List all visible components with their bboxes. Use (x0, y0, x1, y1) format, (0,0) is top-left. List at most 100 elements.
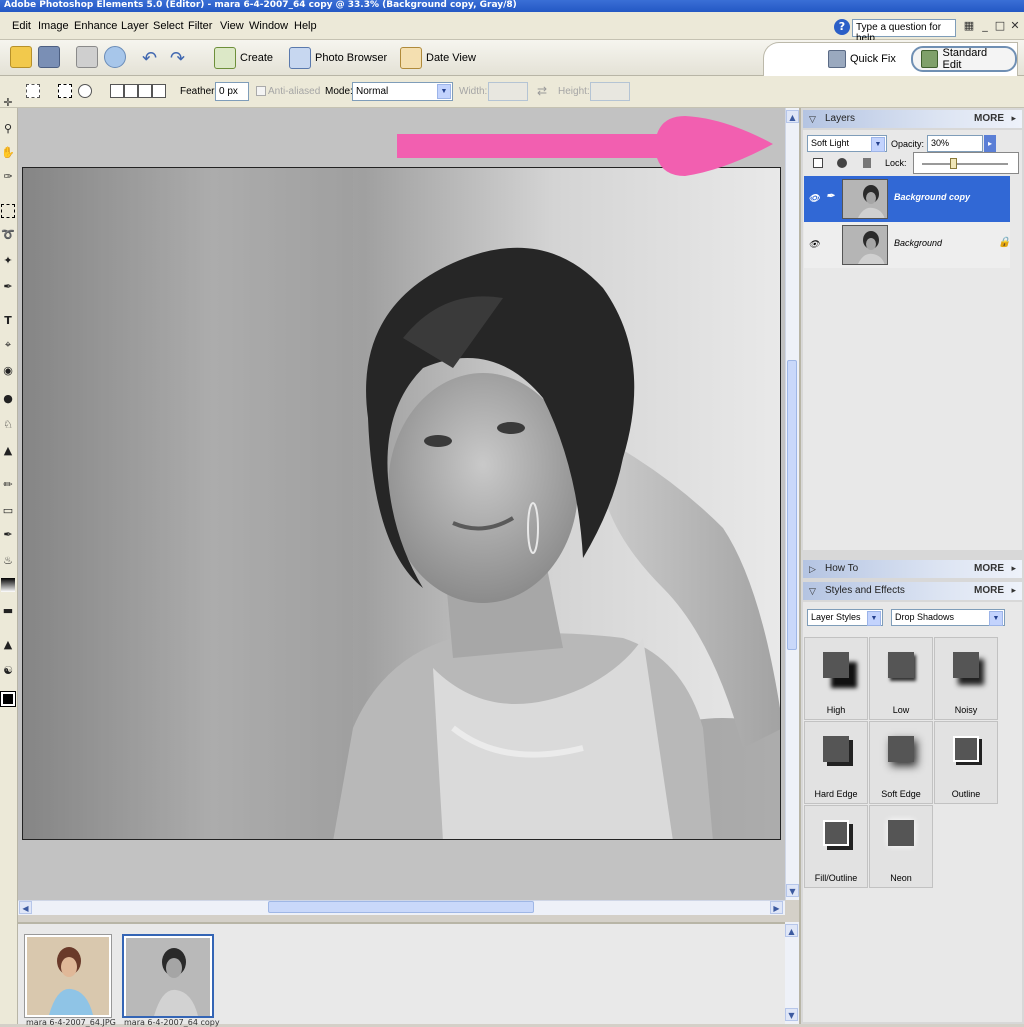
menu-filter[interactable]: Filter (188, 20, 212, 32)
more-arrow-icon[interactable]: ▸ (1011, 585, 1016, 596)
create-button[interactable]: Create (214, 46, 273, 70)
email-icon[interactable] (104, 46, 126, 68)
menu-window[interactable]: Window (249, 20, 288, 32)
intersect-selection-icon[interactable] (152, 84, 166, 98)
style-hard-edge[interactable]: Hard Edge (804, 721, 868, 804)
healing-brush-icon[interactable]: ● (1, 392, 15, 406)
anti-aliased-checkbox[interactable] (256, 86, 266, 96)
photo-browser-button[interactable]: Photo Browser (289, 46, 387, 70)
pencil-tool-icon[interactable]: ✏ (1, 478, 15, 492)
paint-bucket-icon[interactable]: ♨ (1, 554, 15, 568)
selection-brush-icon[interactable]: ✒ (1, 280, 15, 294)
style-subcategory-select[interactable]: Drop Shadows ▼ (891, 609, 1005, 626)
scroll-up-icon[interactable]: ▲ (785, 924, 798, 937)
styles-more-button[interactable]: MORE (974, 585, 1004, 596)
move-tool-icon[interactable]: ✛ (1, 96, 15, 110)
photo-bin-item[interactable] (24, 934, 112, 1018)
add-selection-icon[interactable] (124, 84, 138, 98)
new-layer-icon[interactable] (813, 158, 823, 168)
marquee-tool-icon[interactable] (26, 84, 40, 98)
open-folder-icon[interactable] (10, 46, 32, 68)
gradient-tool-icon[interactable] (1, 578, 15, 592)
shape-tool-icon[interactable]: ▬ (1, 604, 15, 618)
style-fill-outline[interactable]: Fill/Outline (804, 805, 868, 888)
blur-tool-icon[interactable]: ▲ (1, 638, 15, 652)
zoom-tool-icon[interactable]: ⚲ (1, 122, 15, 136)
horizontal-scroll-thumb[interactable] (268, 901, 534, 913)
scroll-down-icon[interactable]: ▼ (786, 884, 799, 897)
adjustment-layer-icon[interactable] (837, 158, 847, 168)
palette-icon[interactable]: ▦ (962, 19, 976, 33)
scroll-down-icon[interactable]: ▼ (785, 1008, 798, 1021)
document-image[interactable] (22, 167, 781, 840)
layer-row-selected[interactable]: 👁 ✒ Background copy (804, 176, 1010, 222)
opacity-input[interactable]: 30% (927, 135, 983, 152)
ellipse-marquee-icon[interactable] (78, 84, 92, 98)
marquee-tool-icon[interactable] (1, 204, 15, 218)
minimize-icon[interactable]: _ (978, 19, 992, 33)
crop-tool-icon[interactable]: ⌖ (1, 338, 15, 352)
more-arrow-icon[interactable]: ▸ (1011, 113, 1016, 124)
style-high[interactable]: High (804, 637, 868, 720)
foreground-color-icon[interactable] (0, 691, 16, 707)
swap-icon[interactable]: ⇄ (537, 84, 547, 98)
brush-tool-icon[interactable]: ✒ (1, 528, 15, 542)
scroll-up-icon[interactable]: ▲ (786, 110, 799, 123)
vertical-scroll-thumb[interactable] (787, 360, 797, 650)
menu-image[interactable]: Image (38, 20, 69, 32)
menu-help[interactable]: Help (294, 20, 317, 32)
styles-panel-header[interactable]: ▽ Styles and Effects MORE ▸ (803, 582, 1022, 600)
save-icon[interactable] (38, 46, 60, 68)
feather-input[interactable]: 0 px (215, 82, 249, 101)
red-eye-tool-icon[interactable]: ◉ (1, 364, 15, 378)
menu-view[interactable]: View (220, 20, 244, 32)
blend-mode-select[interactable]: Soft Light ▼ (807, 135, 887, 152)
style-outline[interactable]: Outline (934, 721, 998, 804)
more-arrow-icon[interactable]: ▸ (1011, 563, 1016, 574)
stamp-tool-icon[interactable]: ▲ (1, 444, 15, 458)
clone-stamp-icon[interactable]: ♘ (1, 418, 15, 432)
hand-tool-icon[interactable]: ✋ (1, 146, 15, 160)
undo-icon[interactable]: ↶ (142, 48, 157, 69)
width-input[interactable] (488, 82, 528, 101)
eyedropper-tool-icon[interactable]: ✑ (1, 170, 15, 184)
menu-select[interactable]: Select (153, 20, 184, 32)
visibility-eye-icon[interactable]: 👁 (808, 239, 820, 251)
visibility-eye-icon[interactable]: 👁 (808, 193, 820, 205)
howto-more-button[interactable]: MORE (974, 563, 1004, 574)
help-icon[interactable]: ? (834, 19, 850, 35)
quick-fix-tab[interactable]: Quick Fix (828, 46, 896, 72)
collapse-triangle-icon[interactable]: ▽ (809, 586, 816, 597)
sponge-tool-icon[interactable]: ☯ (1, 664, 15, 678)
photo-bin-scrollbar[interactable]: ▲ ▼ (785, 922, 799, 1024)
redo-icon[interactable]: ↷ (170, 48, 185, 69)
style-neon[interactable]: Neon (869, 805, 933, 888)
rect-marquee-icon[interactable] (58, 84, 72, 98)
date-view-button[interactable]: Date View (400, 46, 476, 70)
close-icon[interactable]: ✕ (1008, 19, 1022, 33)
style-low[interactable]: Low (869, 637, 933, 720)
scroll-left-icon[interactable]: ◀ (19, 901, 32, 914)
subtract-selection-icon[interactable] (138, 84, 152, 98)
opacity-slider-toggle-icon[interactable]: ▸ (984, 135, 996, 152)
eraser-tool-icon[interactable]: ▭ (1, 504, 15, 518)
style-soft-edge[interactable]: Soft Edge (869, 721, 933, 804)
opacity-slider[interactable] (913, 152, 1019, 174)
magic-wand-tool-icon[interactable]: ✦ (1, 254, 15, 268)
layers-more-button[interactable]: MORE (974, 113, 1004, 124)
collapse-triangle-icon[interactable]: ▽ (809, 114, 816, 125)
expand-triangle-icon[interactable]: ▷ (809, 564, 816, 575)
scroll-right-icon[interactable]: ▶ (770, 901, 783, 914)
photo-bin-item-selected[interactable] (122, 934, 214, 1018)
menu-enhance[interactable]: Enhance (74, 20, 117, 32)
height-input[interactable] (590, 82, 630, 101)
print-icon[interactable] (76, 46, 98, 68)
standard-edit-tab[interactable]: Standard Edit (911, 46, 1017, 72)
menu-layer[interactable]: Layer (121, 20, 149, 32)
type-tool-icon[interactable]: T (1, 314, 15, 328)
lasso-tool-icon[interactable]: ➰ (1, 228, 15, 242)
menu-edit[interactable]: Edit (12, 20, 31, 32)
slider-handle[interactable] (950, 158, 957, 169)
howto-panel-header[interactable]: ▷ How To MORE ▸ (803, 560, 1022, 578)
style-noisy[interactable]: Noisy (934, 637, 998, 720)
